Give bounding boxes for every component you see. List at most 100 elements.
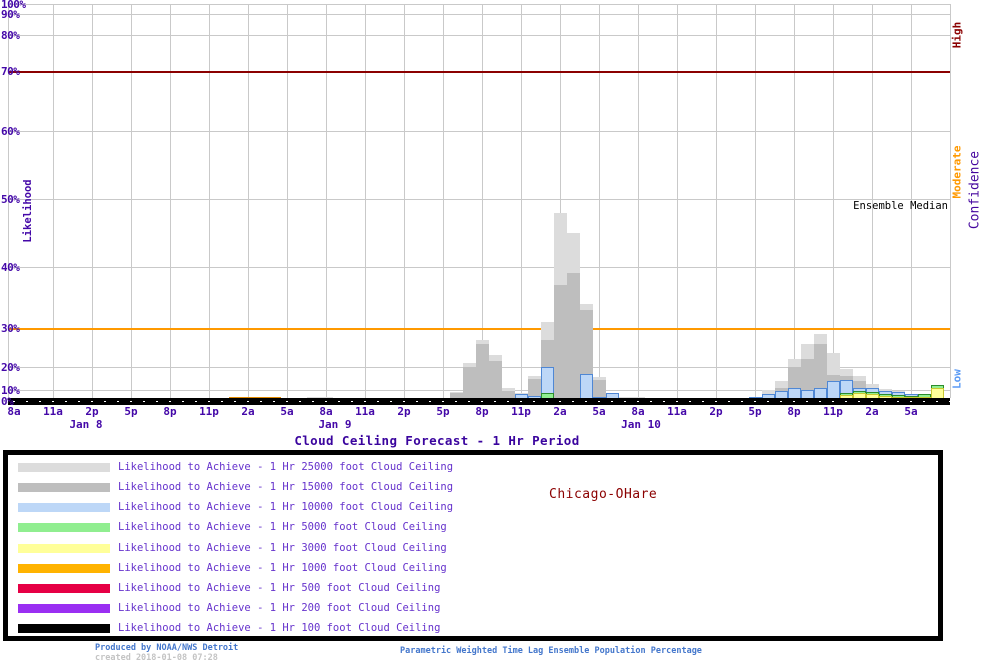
legend-swatch xyxy=(18,483,110,492)
gridline-horizontal xyxy=(8,14,950,15)
x-tick-label: 8p xyxy=(787,405,800,418)
legend-label: Likelihood to Achieve - 1 Hr 5000 foot C… xyxy=(118,521,447,533)
legend-label: Likelihood to Achieve - 1 Hr 10000 foot … xyxy=(118,501,453,513)
legend-label: Likelihood to Achieve - 1 Hr 25000 foot … xyxy=(118,461,453,473)
x-tick-label: 11a xyxy=(667,405,687,418)
legend-swatch xyxy=(18,564,110,573)
gridline-vertical xyxy=(404,4,405,398)
bar-segment-h15000 xyxy=(476,344,489,400)
legend-label: Likelihood to Achieve - 1 Hr 100 foot Cl… xyxy=(118,622,440,634)
gridline-vertical xyxy=(443,4,444,398)
gridline-vertical xyxy=(170,4,171,398)
gridline-horizontal xyxy=(8,35,950,36)
bar-segment-h10000 xyxy=(580,374,593,400)
x-tick-label: 5a xyxy=(592,405,605,418)
x-tick-label: 2a xyxy=(241,405,254,418)
right-axis-title: Confidence xyxy=(968,151,983,229)
y-tick-label: 50% xyxy=(1,193,19,206)
x-date-label: Jan 9 xyxy=(318,418,351,431)
x-tick-label: 5p xyxy=(124,405,137,418)
x-date-label: Jan 10 xyxy=(621,418,661,431)
legend-swatch xyxy=(18,604,110,613)
bar-segment-h15000 xyxy=(567,273,580,400)
legend-label: Likelihood to Achieve - 1 Hr 1000 foot C… xyxy=(118,562,447,574)
x-date-label: Jan 8 xyxy=(69,418,102,431)
gridline-horizontal xyxy=(8,4,950,5)
chart-title: Cloud Ceiling Forecast - 1 Hr Period xyxy=(294,433,579,448)
x-tick-label: 11p xyxy=(511,405,531,418)
station-label: Chicago-OHare xyxy=(549,487,657,502)
footer-created-timestamp: created 2018-01-08 07:28 xyxy=(95,653,218,663)
reference-line-70 xyxy=(8,71,950,73)
y-axis-title: Likelihood xyxy=(22,179,34,242)
confidence-zone-label-moderate: Moderate xyxy=(951,146,964,199)
x-tick-label: 2a xyxy=(553,405,566,418)
gridline-vertical xyxy=(521,4,522,398)
x-tick-label: 2a xyxy=(865,405,878,418)
y-tick-label: 70% xyxy=(1,65,19,78)
x-tick-label: 8a xyxy=(631,405,644,418)
gridline-vertical xyxy=(365,4,366,398)
footer-produced-by: Produced by NOAA/NWS Detroit xyxy=(95,643,238,653)
gridline-vertical xyxy=(53,4,54,398)
footer-method-note: Parametric Weighted Time Lag Ensemble Po… xyxy=(400,646,702,656)
gridline-vertical xyxy=(287,4,288,398)
bar-segment-h15000 xyxy=(489,361,502,400)
x-tick-label: 2p xyxy=(397,405,410,418)
x-tick-label: 11a xyxy=(43,405,63,418)
y-tick-label: 20% xyxy=(1,361,19,374)
x-tick-label: 11a xyxy=(355,405,375,418)
legend-swatch xyxy=(18,544,110,553)
legend-label: Likelihood to Achieve - 1 Hr 200 foot Cl… xyxy=(118,602,440,614)
legend-swatch xyxy=(18,624,110,633)
confidence-zone-label-high: High xyxy=(951,22,964,49)
gridline-horizontal xyxy=(8,267,950,268)
legend-label: Likelihood to Achieve - 1 Hr 3000 foot C… xyxy=(118,542,447,554)
hour-tick-marks xyxy=(8,401,950,403)
x-tick-label: 11p xyxy=(199,405,219,418)
y-tick-label: 30% xyxy=(1,322,19,335)
gridline-horizontal xyxy=(8,131,950,132)
x-tick-label: 5a xyxy=(280,405,293,418)
gridline-vertical xyxy=(794,4,795,398)
x-tick-label: 5p xyxy=(748,405,761,418)
x-tick-label: 5p xyxy=(436,405,449,418)
gridline-vertical xyxy=(92,4,93,398)
x-tick-label: 5a xyxy=(904,405,917,418)
gridline-vertical xyxy=(833,4,834,398)
x-tick-label: 2p xyxy=(85,405,98,418)
legend-swatch xyxy=(18,503,110,512)
y-tick-label: 80% xyxy=(1,29,19,42)
x-tick-label: 8p xyxy=(475,405,488,418)
gridline-vertical xyxy=(209,4,210,398)
gridline-vertical xyxy=(599,4,600,398)
chart-area: 0%10%20%30%40%50%60%70%80%90%100%8a11a2p… xyxy=(0,0,1000,450)
x-tick-label: 2p xyxy=(709,405,722,418)
bar-segment-h15000 xyxy=(554,285,567,400)
legend-label: Likelihood to Achieve - 1 Hr 500 foot Cl… xyxy=(118,582,440,594)
x-tick-label: 8p xyxy=(163,405,176,418)
gridline-vertical xyxy=(326,4,327,398)
x-tick-label: 11p xyxy=(823,405,843,418)
y-tick-label: 60% xyxy=(1,125,19,138)
y-tick-label: 10% xyxy=(1,384,19,397)
gridline-vertical xyxy=(716,4,717,398)
ensemble-median-label: Ensemble Median xyxy=(853,200,948,212)
legend-swatch xyxy=(18,584,110,593)
legend-swatch xyxy=(18,523,110,532)
y-tick-label: 100% xyxy=(1,0,26,11)
x-tick-label: 8a xyxy=(319,405,332,418)
axis-right-edge xyxy=(950,4,951,398)
bar-segment-h15000 xyxy=(463,367,476,400)
gridline-vertical xyxy=(131,4,132,398)
gridline-vertical xyxy=(248,4,249,398)
legend-swatch xyxy=(18,463,110,472)
x-tick-label: 8a xyxy=(7,405,20,418)
gridline-vertical xyxy=(677,4,678,398)
legend-label: Likelihood to Achieve - 1 Hr 15000 foot … xyxy=(118,481,453,493)
legend-box: Likelihood to Achieve - 1 Hr 25000 foot … xyxy=(3,450,943,641)
reference-line-30 xyxy=(8,328,950,330)
gridline-vertical xyxy=(638,4,639,398)
gridline-horizontal xyxy=(8,199,950,200)
forecast-page: 0%10%20%30%40%50%60%70%80%90%100%8a11a2p… xyxy=(0,0,1000,670)
